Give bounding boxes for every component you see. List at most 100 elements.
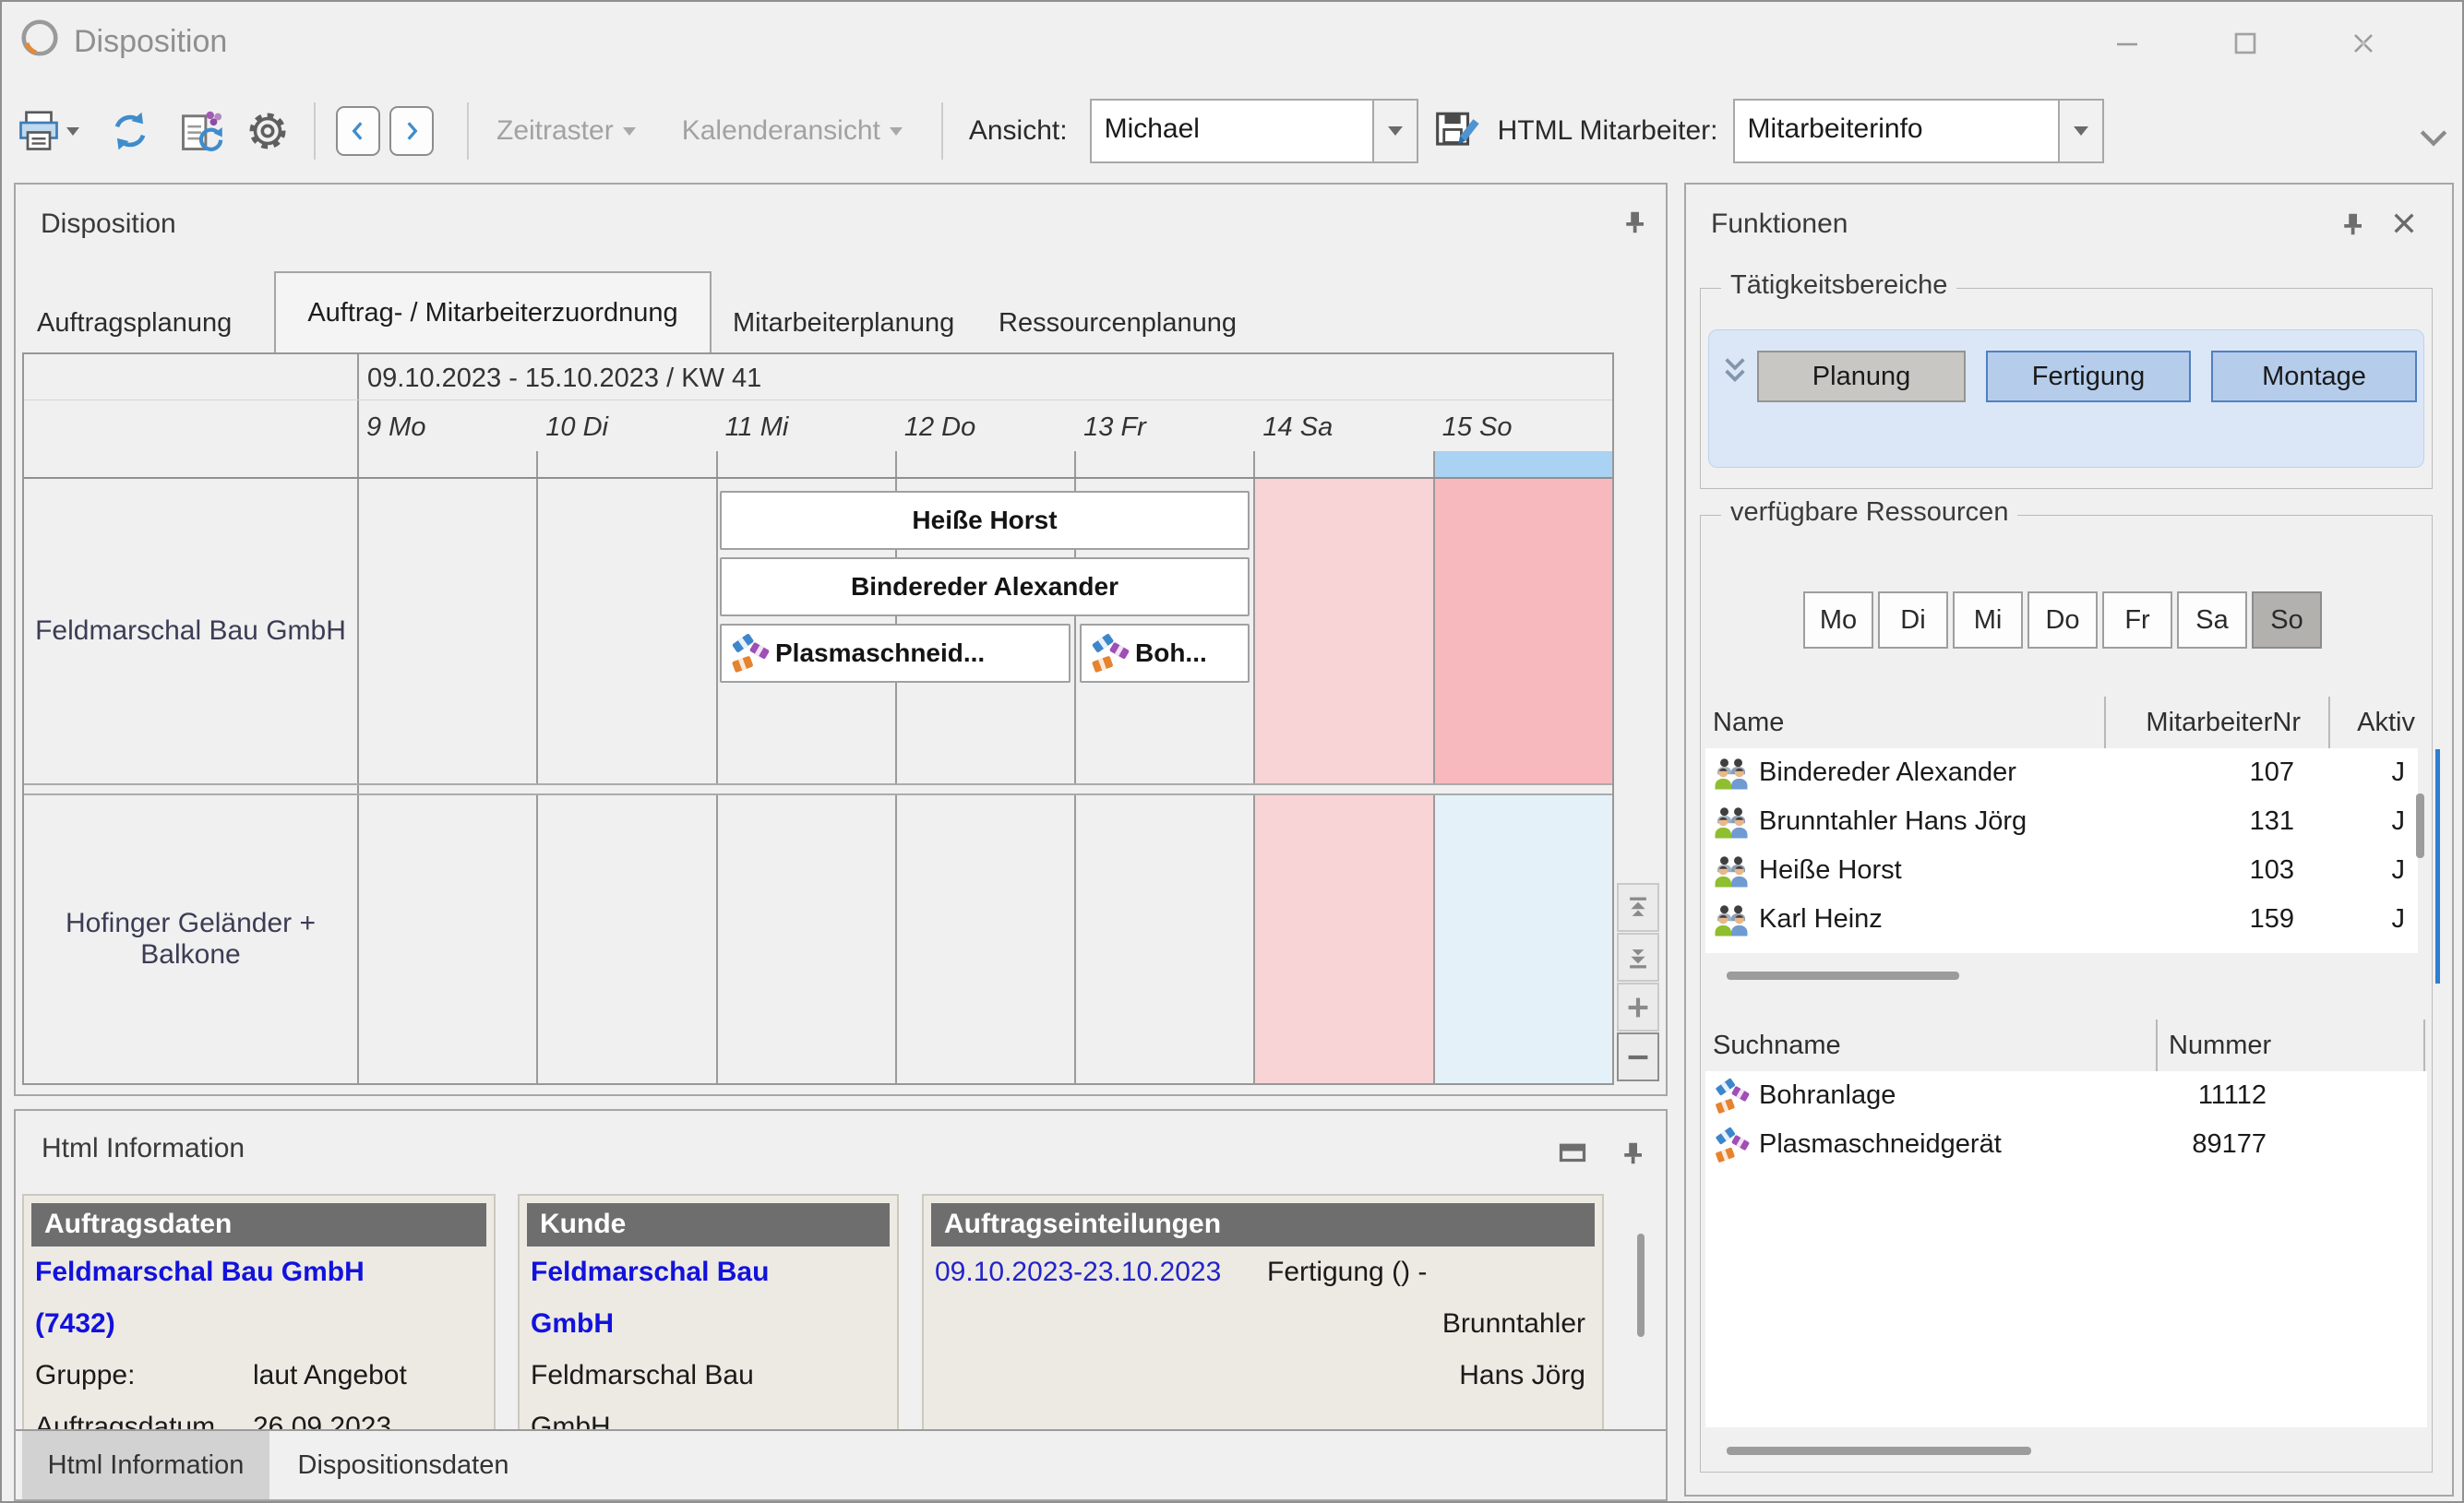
- vertical-scrollbar-thumb[interactable]: [2416, 793, 2424, 858]
- html-mitarbeiter-value: Mitarbeiterinfo: [1735, 101, 2058, 161]
- zeitraster-dropdown[interactable]: Zeitraster: [496, 115, 636, 147]
- auftrag-link[interactable]: Feldmarschal Bau GmbH (7432): [35, 1247, 395, 1350]
- table-row[interactable]: Brunntahler Hans Jörg 131 J: [1705, 797, 2418, 846]
- horizontal-scrollbar-thumb[interactable]: [1727, 1447, 2031, 1455]
- day-button-di[interactable]: Di: [1878, 591, 1948, 649]
- zoom-in-button[interactable]: [1617, 983, 1659, 1032]
- previous-button[interactable]: [336, 106, 380, 156]
- column-header-aktiv[interactable]: Aktiv: [2328, 708, 2415, 738]
- day-header: 14 Sa: [1253, 400, 1432, 451]
- gantt-bar-bohranlage[interactable]: Boh...: [1080, 624, 1250, 683]
- day-button-fr[interactable]: Fr: [2102, 591, 2172, 649]
- maximize-panel-icon[interactable]: [1559, 1141, 1586, 1170]
- table-row[interactable]: Plasmaschneidgerät 89177: [1705, 1120, 2427, 1169]
- ansicht-combobox[interactable]: Michael: [1090, 99, 1418, 163]
- day-highlight-strip: [24, 451, 1612, 477]
- minimize-icon[interactable]: [2113, 30, 2141, 57]
- combo-dropdown-button[interactable]: [1372, 101, 1417, 161]
- card-header: Auftragsdaten: [31, 1203, 486, 1247]
- area-button-planung[interactable]: Planung: [1757, 351, 1966, 402]
- resource-icon: [1713, 1127, 1750, 1163]
- tab-dispositionsdaten[interactable]: Dispositionsdaten: [269, 1431, 537, 1499]
- gantt-row-hofinger[interactable]: Hofinger Geländer + Balkone: [24, 795, 1612, 1083]
- next-button[interactable]: [389, 106, 434, 156]
- kunde-link[interactable]: Feldmarschal Bau GmbH: [531, 1247, 817, 1350]
- employee-name: Bindereder Alexander: [1759, 757, 2211, 788]
- pin-icon[interactable]: [1619, 1139, 1646, 1172]
- employee-aktiv: J: [2350, 855, 2405, 886]
- day-header: 13 Fr: [1074, 400, 1253, 451]
- table-row[interactable]: Bohranlage 11112: [1705, 1071, 2427, 1120]
- day-button-mo[interactable]: Mo: [1803, 591, 1873, 649]
- day-button-mi[interactable]: Mi: [1953, 591, 2023, 649]
- day-header: 11 Mi: [716, 400, 895, 451]
- area-button-fertigung[interactable]: Fertigung: [1986, 351, 2191, 402]
- panel-scroll-indicator[interactable]: [2435, 749, 2440, 984]
- toolbar-overflow-chevron-icon[interactable]: [2418, 127, 2449, 154]
- gantt-bar-heisse-horst[interactable]: Heiße Horst: [720, 491, 1250, 550]
- kalenderansicht-dropdown[interactable]: Kalenderansicht: [682, 115, 903, 147]
- row-separator: [24, 783, 1612, 795]
- column-divider: [2423, 1020, 2425, 1071]
- tab-auftrag-mitarbeiterzuordnung[interactable]: Auftrag- / Mitarbeiterzuordnung: [274, 271, 712, 352]
- combo-dropdown-button[interactable]: [2058, 101, 2102, 161]
- resource-nr: 11112: [2119, 1080, 2267, 1111]
- column-header-mitarbeiternr[interactable]: MitarbeiterNr: [2104, 708, 2301, 738]
- gantt-bar-plasmaschneidgeraet[interactable]: Plasmaschneid...: [720, 624, 1071, 683]
- tab-ressourcenplanung[interactable]: Ressourcenplanung: [999, 308, 1237, 339]
- date-range-link[interactable]: 09.10.2023-23.10.2023: [935, 1247, 1267, 1298]
- column-header-suchname[interactable]: Suchname: [1713, 1031, 1841, 1061]
- table-row[interactable]: Bindereder Alexander 107 J: [1705, 748, 2418, 797]
- resource-name: Bohranlage: [1759, 1080, 2119, 1111]
- column-header-name[interactable]: Name: [1713, 708, 1784, 738]
- tab-auftragsplanung[interactable]: Auftragsplanung: [37, 308, 232, 339]
- column-header-nummer[interactable]: Nummer: [2169, 1031, 2271, 1061]
- scroll-to-bottom-button[interactable]: [1617, 933, 1659, 982]
- double-chevron-down-icon[interactable]: [1722, 356, 1748, 390]
- resource-icon: [729, 633, 770, 674]
- employee-group-icon: [1713, 755, 1750, 792]
- weekend-cell-sat: [1253, 479, 1432, 783]
- button-label: Mi: [1974, 605, 2003, 636]
- zoom-out-button[interactable]: [1617, 1032, 1659, 1081]
- disposition-panel-title: Disposition: [41, 209, 176, 240]
- print-dropdown-caret[interactable]: [66, 127, 79, 136]
- tab-html-information[interactable]: Html Information: [22, 1431, 269, 1499]
- card-auftragseinteilungen: Auftragseinteilungen 09.10.2023-23.10.20…: [922, 1194, 1604, 1429]
- close-icon[interactable]: [2350, 30, 2377, 57]
- tab-label: Html Information: [48, 1450, 245, 1481]
- day-button-so[interactable]: So: [2252, 591, 2322, 649]
- gantt-bar-bindereder-alexander[interactable]: Bindereder Alexander: [720, 557, 1250, 616]
- maximize-icon[interactable]: [2231, 30, 2259, 57]
- day-button-do[interactable]: Do: [2027, 591, 2098, 649]
- field-label: Gruppe:: [35, 1350, 253, 1402]
- html-information-panel: Html Information Auftragsdaten Feldmarsc…: [14, 1109, 1668, 1501]
- table-row[interactable]: Heiße Horst 103 J: [1705, 846, 2418, 895]
- day-header: 12 Do: [895, 400, 1074, 451]
- refresh-icon[interactable]: [107, 108, 153, 154]
- chevron-down-icon: [623, 127, 636, 136]
- print-button[interactable]: [17, 109, 79, 153]
- area-button-montage[interactable]: Montage: [2211, 351, 2417, 402]
- employee-nr: 103: [2211, 855, 2294, 886]
- refresh-data-icon[interactable]: [177, 107, 225, 155]
- button-label: Di: [1900, 605, 1925, 636]
- day-button-sa[interactable]: Sa: [2177, 591, 2247, 649]
- settings-gear-icon[interactable]: [245, 109, 290, 153]
- window-title: Disposition: [74, 24, 227, 60]
- gantt-grid: 09.10.2023 - 15.10.2023 / KW 41 9 Mo 10 …: [22, 352, 1614, 1085]
- close-icon[interactable]: [2391, 210, 2417, 241]
- pin-icon[interactable]: [2338, 210, 2366, 243]
- scroll-to-top-button[interactable]: [1617, 883, 1659, 932]
- html-mitarbeiter-combobox[interactable]: Mitarbeiterinfo: [1733, 99, 2104, 163]
- zeitraster-label: Zeitraster: [496, 115, 614, 147]
- horizontal-scrollbar-thumb[interactable]: [1727, 972, 1959, 980]
- save-edit-icon[interactable]: [1433, 108, 1479, 154]
- vertical-scrollbar-thumb[interactable]: [1637, 1234, 1645, 1337]
- pin-icon[interactable]: [1621, 209, 1648, 241]
- bar-label: Bindereder Alexander: [851, 572, 1118, 602]
- table-row[interactable]: Karl Heinz 159 J: [1705, 895, 2418, 944]
- kalenderansicht-label: Kalenderansicht: [682, 115, 880, 147]
- tab-mitarbeiterplanung[interactable]: Mitarbeiterplanung: [733, 308, 954, 339]
- employee-aktiv: J: [2350, 806, 2405, 837]
